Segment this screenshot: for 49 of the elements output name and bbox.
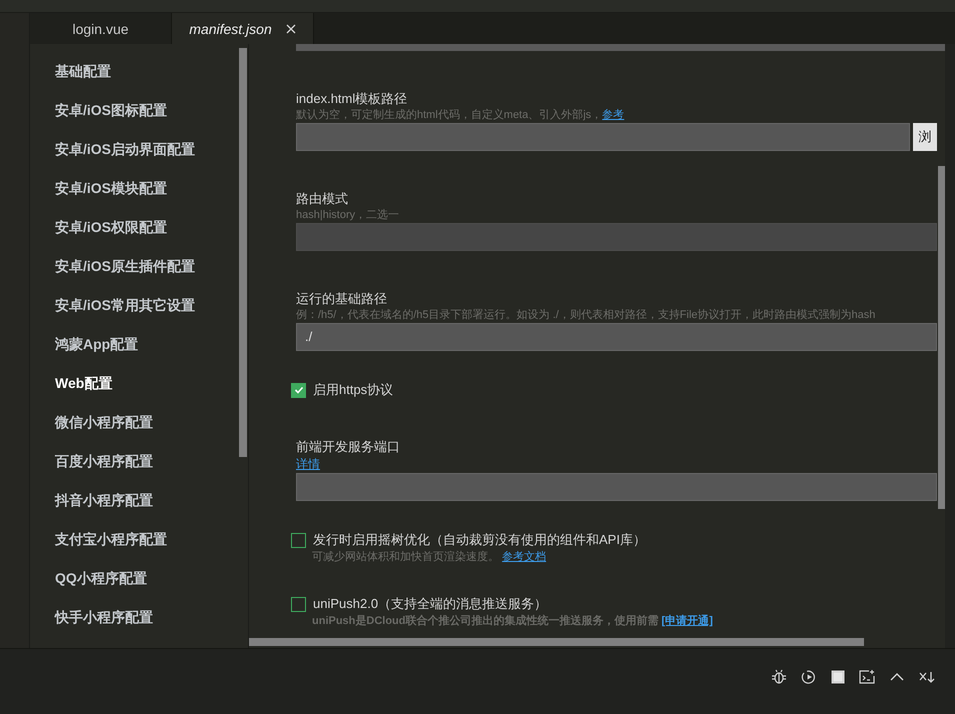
nav-item[interactable]: 微信小程序配置 bbox=[30, 403, 248, 442]
field-label: 前端开发服务端口 bbox=[296, 439, 401, 455]
input-field[interactable] bbox=[296, 473, 937, 501]
stop-icon[interactable] bbox=[831, 670, 845, 684]
help-link[interactable]: 参考文档 bbox=[502, 551, 546, 563]
checkbox[interactable] bbox=[291, 596, 306, 612]
nav-item[interactable]: 安卓/iOS权限配置 bbox=[30, 208, 248, 247]
field-hint: 默认为空，可定制生成的html代码，自定义meta、引入外部js，参考 bbox=[296, 108, 626, 123]
nav-item[interactable]: 安卓/iOS原生插件配置 bbox=[30, 247, 248, 286]
nav-item[interactable]: 安卓/iOS模块配置 bbox=[30, 169, 248, 208]
checkbox-hint: 可减少网站体积和加快首页渲染速度。 参考文档 bbox=[311, 550, 548, 565]
scrollbar[interactable] bbox=[249, 638, 864, 646]
nav-item[interactable]: 基础配置 bbox=[30, 52, 248, 91]
nav-item[interactable]: 抖音小程序配置 bbox=[30, 481, 248, 520]
checkbox-label: 发行时启用摇树优化（自动裁剪没有使用的组件和API库） bbox=[313, 531, 646, 549]
scrollbar[interactable] bbox=[938, 166, 945, 509]
close-icon[interactable] bbox=[286, 24, 296, 34]
nav-item[interactable]: QQ小程序配置 bbox=[30, 559, 248, 598]
nav-item[interactable]: 鸿蒙App配置 bbox=[30, 325, 248, 364]
terminal-icon[interactable] bbox=[859, 668, 875, 684]
checkmark-icon bbox=[294, 385, 304, 395]
nav-item[interactable]: 安卓/iOS图标配置 bbox=[30, 91, 248, 130]
field-hint: 例：/h5/，代表在域名的/h5目录下部署运行。如设为 ./，则代表相对路径，支持File协议打开，此时路由模式强制为hash bbox=[296, 308, 876, 323]
input-field[interactable]: ./ bbox=[296, 323, 937, 351]
checkbox-hint: uniPush是DCloud联合个推公司推出的集成性统一推送服务，使用前需 [申请开通] bbox=[311, 614, 714, 629]
checkbox-label: 启用https协议 bbox=[313, 381, 394, 399]
help-link[interactable]: [申请开通] bbox=[662, 615, 713, 627]
checkbox[interactable] bbox=[291, 382, 306, 398]
nav-item[interactable]: 百度小程序配置 bbox=[30, 442, 248, 481]
browse-button[interactable]: 浏 bbox=[913, 123, 937, 151]
field-label: 路由模式 bbox=[296, 191, 349, 207]
input-field[interactable] bbox=[296, 123, 910, 151]
field-label: 运行的基础路径 bbox=[296, 291, 388, 307]
checkbox[interactable] bbox=[291, 532, 306, 548]
nav-item[interactable]: 支付宝小程序配置 bbox=[30, 520, 248, 559]
nav-item[interactable]: Web配置 bbox=[30, 364, 248, 403]
help-link[interactable]: 参考 bbox=[602, 109, 624, 121]
nav-item[interactable]: 安卓/iOS常用其它设置 bbox=[30, 286, 248, 325]
bug-icon[interactable] bbox=[771, 668, 787, 684]
run-icon[interactable] bbox=[801, 668, 817, 684]
field-label: index.html模板路径 bbox=[296, 91, 408, 107]
checkbox-label: uniPush2.0（支持全端的消息推送服务） bbox=[313, 595, 548, 613]
editor-tab[interactable]: manifest.json bbox=[172, 13, 314, 44]
nav-item[interactable]: 快手小程序配置 bbox=[30, 598, 248, 637]
input-field[interactable] bbox=[296, 44, 945, 51]
nav-item[interactable]: 安卓/iOS启动界面配置 bbox=[30, 130, 248, 169]
scrollbar[interactable] bbox=[239, 48, 247, 457]
details-link[interactable]: 详情 bbox=[296, 456, 320, 473]
field-hint: hash|history，二选一 bbox=[296, 208, 400, 223]
